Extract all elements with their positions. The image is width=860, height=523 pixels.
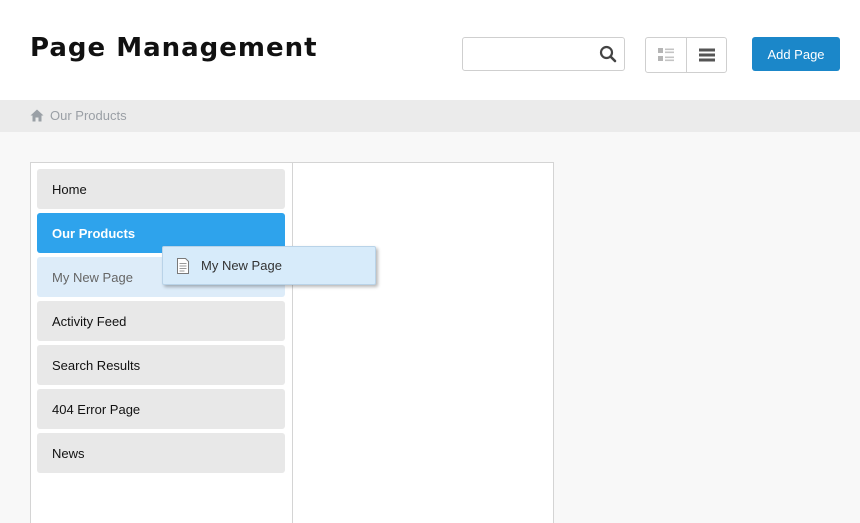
header: Page Management Add Page [0,0,860,100]
page-item-home[interactable]: Home [37,169,285,209]
page-item-activity-feed[interactable]: Activity Feed [37,301,285,341]
page-item-label: Activity Feed [52,313,127,329]
search-icon[interactable] [599,45,617,63]
tree-view-icon [658,48,674,62]
breadcrumb-current[interactable]: Our Products [50,108,127,123]
search-box[interactable] [462,37,625,71]
list-view-button[interactable] [687,38,726,72]
page-item-label: Home [52,181,87,197]
page-item-label: Search Results [52,357,141,373]
list-view-icon [699,48,715,62]
page-item-404-error[interactable]: 404 Error Page [37,389,285,429]
tree-view-button[interactable] [646,38,687,72]
page-item-search-results[interactable]: Search Results [37,345,285,385]
dragged-page-item[interactable]: My New Page [162,246,376,285]
search-input[interactable] [463,38,589,70]
view-toggle [645,37,727,73]
breadcrumb: Our Products [0,100,860,132]
page-title: Page Management [30,33,318,63]
page-item-label: Our Products [52,225,136,241]
add-page-button[interactable]: Add Page [752,37,840,71]
home-icon[interactable] [30,109,44,122]
document-icon [177,257,189,274]
page-item-label: 404 Error Page [52,401,141,417]
page-item-news[interactable]: News [37,433,285,473]
dragged-page-label: My New Page [201,258,282,273]
page-item-label: My New Page [52,269,133,285]
page-item-label: News [52,445,85,461]
page-detail-panel [292,162,554,523]
